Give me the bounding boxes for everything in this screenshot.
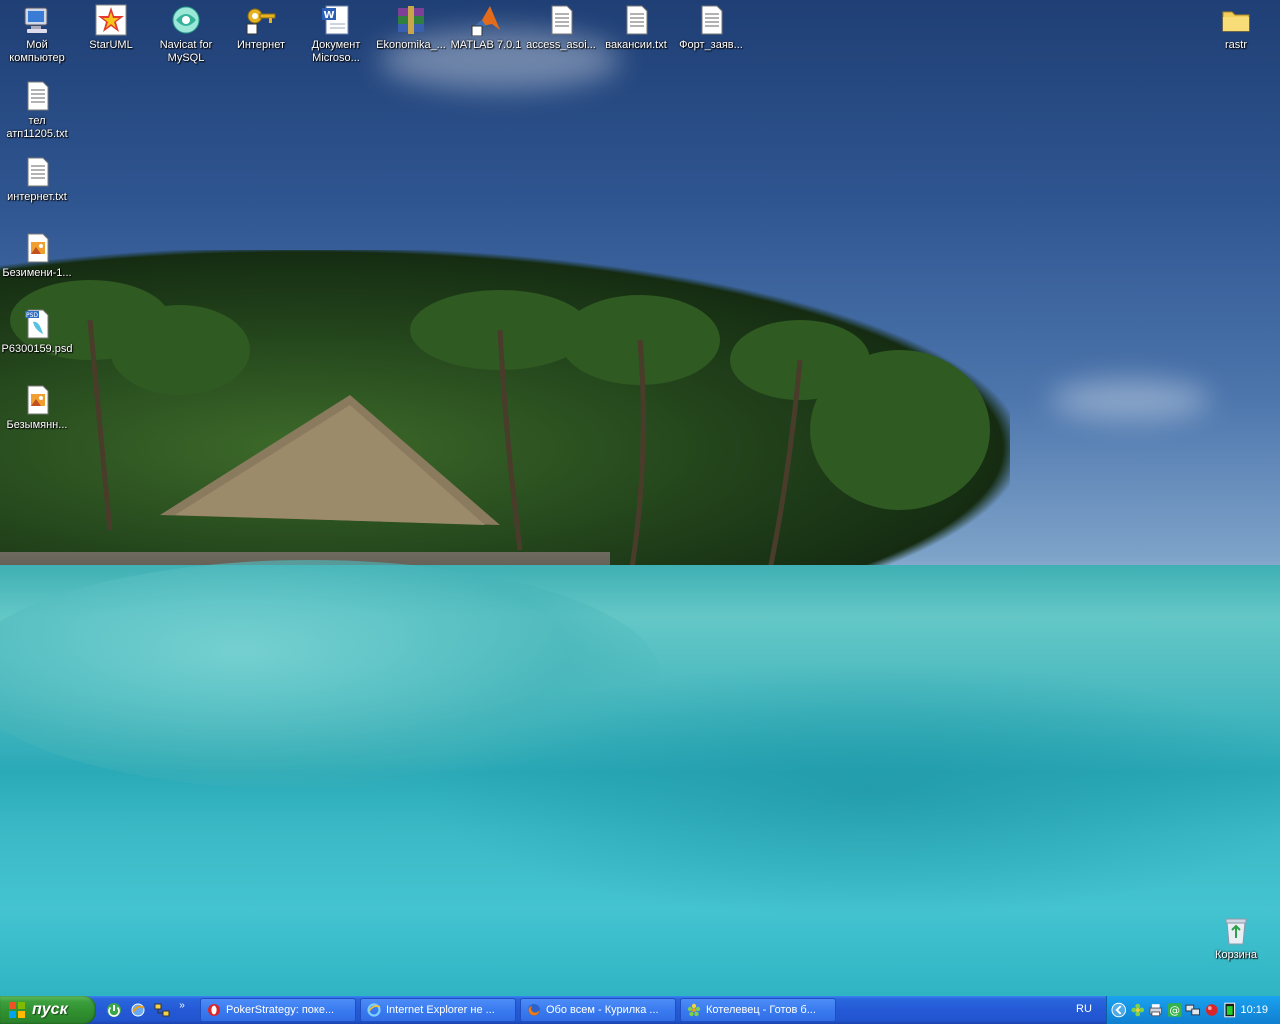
system-tray: @ 10:19: [1106, 996, 1280, 1024]
battery-icon[interactable]: [1222, 1002, 1238, 1018]
staruml-icon: [95, 4, 127, 36]
desktop-icon-bezymyann[interactable]: Безымянн...: [0, 382, 74, 432]
internet-key-icon: [246, 8, 276, 35]
taskbar: пуск » PokerStrategy: поке... Internet E…: [0, 996, 1280, 1024]
wave: [420, 660, 1280, 920]
recycle-bin-icon: [1225, 918, 1247, 945]
desktop-icon-internet-txt[interactable]: интернет.txt: [0, 154, 74, 204]
desktop-icon-access-asoi[interactable]: access_asoi...: [524, 2, 598, 52]
desktop-icon-my-computer[interactable]: Мой компьютер: [0, 2, 74, 65]
taskbar-item-firefox[interactable]: Обо всем - Курилка ...: [520, 998, 676, 1022]
text-file-icon: [27, 157, 49, 187]
opera-icon: [208, 1004, 220, 1016]
cloud: [1050, 380, 1210, 420]
desktop-icon-internet[interactable]: Интернет: [224, 2, 298, 52]
start-label: пуск: [32, 1001, 68, 1018]
svg-text:PSD: PSD: [26, 312, 38, 319]
winrar-archive-icon: [398, 6, 424, 34]
image-file-icon: [27, 233, 49, 263]
quick-launch-network[interactable]: [152, 1000, 172, 1020]
network-status-icon[interactable]: [1185, 1002, 1201, 1018]
start-button[interactable]: пуск: [0, 996, 96, 1024]
folder-icon: [1222, 11, 1250, 32]
icq-icon: [687, 1003, 701, 1017]
quick-launch: »: [104, 1000, 188, 1020]
taskbar-item-icq-chat[interactable]: Котелевец - Готов б...: [680, 998, 836, 1022]
desktop-icon-fort[interactable]: Форт_заяв...: [674, 2, 748, 52]
firefox-icon: [528, 1004, 540, 1016]
word-document-icon: W: [322, 5, 349, 35]
desktop-icon-rastr-folder[interactable]: rastr: [1199, 2, 1273, 52]
desktop-icon-navicat[interactable]: Navicat for MySQL: [149, 2, 223, 65]
icq-flower-icon[interactable]: [1130, 1002, 1146, 1018]
svg-text:@: @: [1169, 1004, 1180, 1017]
language-indicator[interactable]: RU: [1076, 1003, 1092, 1015]
my-computer-icon: [24, 7, 48, 33]
svg-text:W: W: [323, 10, 334, 21]
quick-launch-browser[interactable]: [128, 1000, 148, 1020]
psd-file-icon: PSD: [25, 309, 49, 339]
browser-icon: [131, 1003, 145, 1017]
desktop-icon-psd[interactable]: PSD P6300159.psd: [0, 306, 74, 356]
desktop-icon-bezimeni[interactable]: Безимени-1...: [0, 230, 74, 280]
image-file-icon: [27, 385, 49, 415]
desktop-wallpaper: [0, 0, 1280, 996]
desktop-icon-word-document[interactable]: W Документ Microso...: [299, 2, 373, 65]
desktop-icon-matlab[interactable]: MATLAB 7.0.1: [449, 2, 523, 52]
taskbar-item-internet-explorer[interactable]: Internet Explorer не ...: [360, 998, 516, 1022]
mail-agent-icon[interactable]: @: [1167, 1002, 1183, 1018]
desktop-icon-recycle-bin[interactable]: Корзина: [1199, 912, 1273, 962]
palm-trees: [10, 280, 990, 581]
quick-launch-more[interactable]: »: [176, 1000, 188, 1020]
desktop-icon-staruml[interactable]: StarUML: [74, 2, 148, 52]
collapse-arrow-icon[interactable]: [1111, 1002, 1127, 1018]
clock[interactable]: 10:19: [1241, 1004, 1269, 1016]
text-file-icon: [27, 81, 49, 111]
quick-launch-show-desktop[interactable]: [104, 1000, 124, 1020]
desktop-icon-tel-atp[interactable]: тел атп11205.txt: [0, 78, 74, 141]
antivirus-icon[interactable]: [1204, 1002, 1220, 1018]
network-icon: [154, 1003, 170, 1017]
taskbar-item-pokerstrategy[interactable]: PokerStrategy: поке...: [200, 998, 356, 1022]
text-file-icon: [551, 5, 573, 35]
text-file-icon: [701, 5, 723, 35]
matlab-icon: [471, 6, 500, 36]
desktop-icon-ekonomika[interactable]: Ekonomika_...: [374, 2, 448, 52]
windows-flag-icon: [9, 1002, 25, 1018]
navicat-icon: [172, 6, 200, 34]
ie-icon: [367, 1003, 381, 1017]
text-file-icon: [626, 5, 648, 35]
desktop-icon-vacancies[interactable]: вакансии.txt: [599, 2, 673, 52]
printer-icon[interactable]: [1148, 1002, 1164, 1018]
show-desktop-icon: [107, 1003, 121, 1017]
